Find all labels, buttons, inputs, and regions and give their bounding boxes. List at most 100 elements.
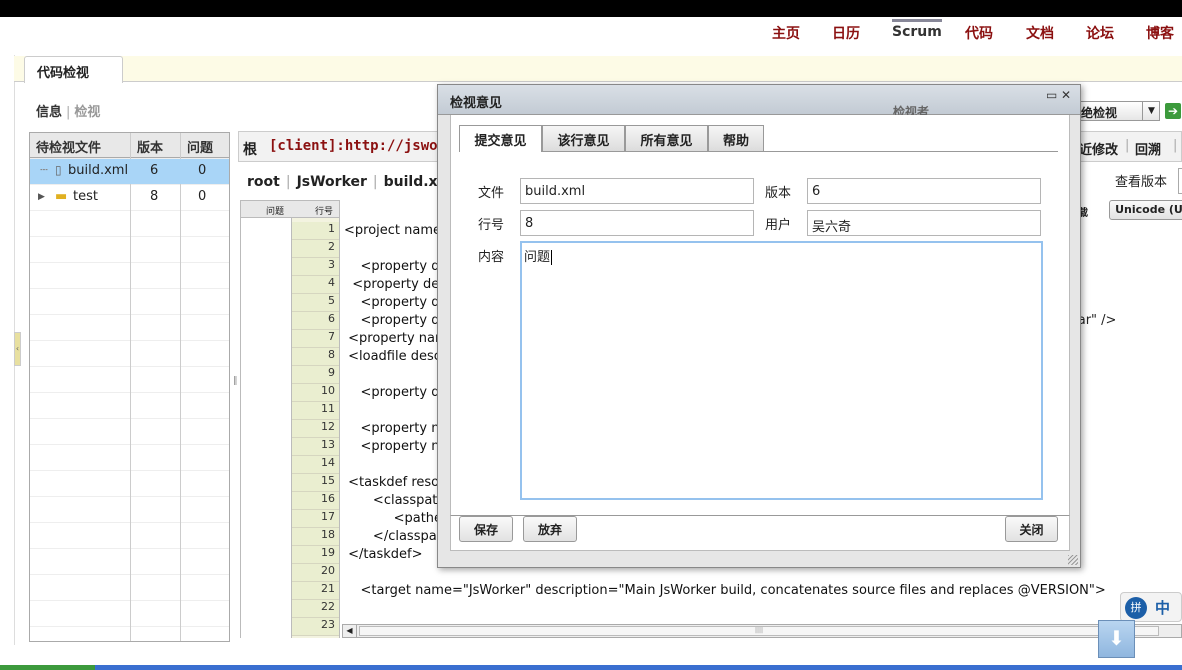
line-number[interactable]: 14 xyxy=(292,456,339,474)
version-field[interactable]: 6 xyxy=(807,178,1041,204)
go-arrow-icon[interactable]: ➔ xyxy=(1165,103,1181,119)
line-number[interactable]: 9 xyxy=(292,366,339,384)
line-number[interactable]: 10 xyxy=(292,384,339,402)
version-label: 版本 xyxy=(765,186,792,201)
line-number[interactable]: 21 xyxy=(292,582,339,600)
tab-all-comments[interactable]: 所有意见 xyxy=(625,125,708,151)
ime-mode: 中 xyxy=(1155,599,1171,617)
header-version[interactable]: 版本 xyxy=(130,133,180,158)
ime-indicator[interactable]: 拼 中 xyxy=(1120,592,1182,622)
subnav-info[interactable]: 信息 xyxy=(36,105,62,120)
code-line: <property de xyxy=(344,313,448,328)
table-row[interactable]: ┄ ▯ build.xml 6 0 xyxy=(30,159,229,184)
tab-submit-comment[interactable]: 提交意见 xyxy=(459,125,542,152)
taskbar xyxy=(0,665,1182,670)
table-row[interactable]: ▶ ▬ test 8 0 xyxy=(30,185,229,210)
nav-forum[interactable]: 论坛 xyxy=(1086,23,1114,43)
line-number[interactable]: 18 xyxy=(292,528,339,546)
resize-grip-icon[interactable] xyxy=(1068,555,1078,565)
path-root-label: 根 xyxy=(243,142,257,158)
line-number[interactable]: 7 xyxy=(292,330,339,348)
expand-arrow-icon[interactable]: ▶ xyxy=(38,192,45,202)
line-label: 行号 xyxy=(478,218,505,233)
dialog-title[interactable]: 检视意见 xyxy=(438,85,1080,115)
version-select[interactable] xyxy=(1178,168,1182,194)
nav-scrum[interactable]: Scrum xyxy=(892,19,942,40)
line-number[interactable]: 15 xyxy=(292,474,339,492)
top-black-bar xyxy=(0,0,1182,17)
code-line: <pathe xyxy=(344,511,443,526)
save-button[interactable]: 保存 xyxy=(459,516,513,542)
encoding-button[interactable]: Unicode (U xyxy=(1109,200,1182,220)
sub-navigation: 信息 | 检视 xyxy=(36,101,100,120)
file-field[interactable]: build.xml xyxy=(520,178,754,204)
crumb-divider: | xyxy=(285,174,291,190)
tab-help[interactable]: 帮助 xyxy=(708,125,764,151)
user-label: 用户 xyxy=(765,218,792,233)
nav-blog[interactable]: 博客 xyxy=(1146,23,1174,43)
discard-button[interactable]: 放弃 xyxy=(523,516,577,542)
line-number[interactable]: 4 xyxy=(292,276,339,294)
ime-logo-icon: 拼 xyxy=(1125,597,1147,619)
line-number[interactable]: 19 xyxy=(292,546,339,564)
line-field[interactable]: 8 xyxy=(520,210,754,236)
file-icon: ▯ xyxy=(55,163,62,177)
code-line: <target name="JsWorker" description="Mai… xyxy=(344,583,1106,598)
tab-code-review[interactable]: 代码检视 xyxy=(24,56,123,83)
maximize-icon[interactable]: ▭ xyxy=(1046,88,1057,102)
line-number[interactable]: 23 xyxy=(292,618,339,636)
close-button[interactable]: 关闭 xyxy=(1005,516,1058,542)
line-number[interactable]: 5 xyxy=(292,294,339,312)
file-issues: 0 xyxy=(198,163,207,178)
crumb-divider: | xyxy=(372,174,378,190)
scroll-thumb[interactable]: |||| xyxy=(359,626,1159,636)
line-number[interactable]: 6 xyxy=(292,312,339,330)
file-name: build.xml xyxy=(68,163,129,178)
code-line: <classpath xyxy=(344,493,446,508)
line-number[interactable]: 2 xyxy=(292,240,339,258)
line-number[interactable]: 17 xyxy=(292,510,339,528)
nav-code[interactable]: 代码 xyxy=(965,23,993,43)
subnav-review[interactable]: 检视 xyxy=(74,105,100,120)
line-number[interactable]: 12 xyxy=(292,420,339,438)
line-number[interactable]: 11 xyxy=(292,402,339,420)
line-number[interactable]: 22 xyxy=(292,600,339,618)
start-button[interactable] xyxy=(0,665,95,670)
line-number[interactable]: 1 xyxy=(292,222,339,240)
line-number[interactable]: 8 xyxy=(292,348,339,366)
nav-docs[interactable]: 文档 xyxy=(1026,23,1054,43)
line-number[interactable]: 13 xyxy=(292,438,339,456)
gutter-header: 问题 行号 xyxy=(240,200,340,218)
code-line: <property na xyxy=(344,439,448,454)
line-number[interactable]: 16 xyxy=(292,492,339,510)
code-line: <loadfile descri xyxy=(344,349,450,364)
crumb-project[interactable]: JsWorker xyxy=(297,174,367,190)
line-column-header: 行号 xyxy=(315,207,334,217)
file-table: 待检视文件 版本 问题 ┄ ▯ build.xml 6 0 ▶ ▬ test 8… xyxy=(29,132,230,642)
collapse-handle[interactable]: ‹ xyxy=(14,332,21,366)
code-line: <property de xyxy=(344,385,448,400)
code-line: <property de xyxy=(344,259,448,274)
nav-calendar[interactable]: 日历 xyxy=(832,23,860,43)
line-number[interactable]: 3 xyxy=(292,258,339,276)
header-file[interactable]: 待检视文件 xyxy=(30,133,130,158)
code-line: </taskdef> xyxy=(344,547,423,562)
content-textarea[interactable]: 问题 xyxy=(520,241,1043,500)
file-label: 文件 xyxy=(478,186,505,201)
float-download-icon[interactable]: ⬇ xyxy=(1098,620,1135,658)
scroll-left-icon[interactable]: ◀ xyxy=(343,625,357,637)
user-field[interactable]: 吴六奇 xyxy=(807,210,1041,236)
crumb-root[interactable]: root xyxy=(247,174,280,190)
nav-home[interactable]: 主页 xyxy=(772,23,800,43)
tab-line-comments[interactable]: 该行意见 xyxy=(542,125,625,151)
file-issues: 0 xyxy=(198,189,207,204)
tab-strip xyxy=(14,56,1182,82)
code-line: <taskdef resou xyxy=(344,475,448,490)
tab-baseline xyxy=(459,151,1058,152)
chevron-down-icon[interactable]: ▼ xyxy=(1142,101,1160,121)
header-issues[interactable]: 问题 xyxy=(180,133,229,158)
close-icon[interactable]: ✕ xyxy=(1061,88,1071,102)
line-number[interactable]: 20 xyxy=(292,564,339,582)
rollback-link[interactable]: 回溯 xyxy=(1135,139,1161,158)
horizontal-scrollbar[interactable]: ◀ |||| xyxy=(342,624,1182,638)
